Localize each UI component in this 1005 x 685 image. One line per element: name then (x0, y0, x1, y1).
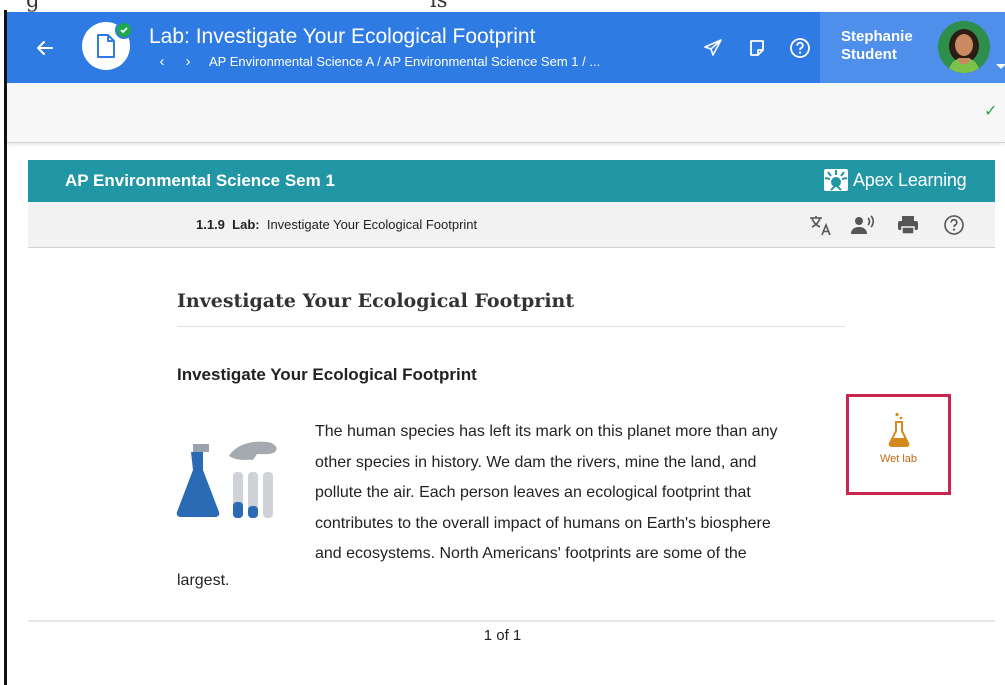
help-button[interactable] (788, 36, 812, 60)
course-bar: AP Environmental Science Sem 1 Apex Lear… (28, 160, 995, 202)
body-paragraph: The human species has left its mark on t… (315, 423, 778, 562)
lesson-type: Lab: (232, 217, 260, 232)
app-header: Lab: Investigate Your Ecological Footpri… (7, 12, 1005, 83)
back-arrow-icon (37, 41, 53, 55)
translate-button[interactable] (808, 213, 834, 237)
read-aloud-button[interactable] (850, 213, 876, 237)
send-icon (704, 39, 722, 56)
avatar-image (938, 21, 990, 73)
body-paragraph-end: largest. (177, 572, 230, 589)
lesson-name: Investigate Your Ecological Footprint (266, 217, 478, 232)
print-icon (898, 216, 918, 235)
send-button[interactable] (701, 36, 725, 60)
help-icon (944, 215, 964, 235)
help-icon (790, 38, 810, 58)
breadcrumb: ‹ › AP Environmental Science A / AP Envi… (149, 53, 601, 70)
completed-check-icon (115, 21, 133, 39)
user-name: Stephanie Student (841, 28, 913, 63)
wet-lab-label: Wet lab (879, 453, 918, 465)
lesson-bar: 1.1.9 Lab: Investigate Your Ecological F… (28, 202, 995, 248)
document-icon (97, 34, 115, 58)
brand-name: Apex Learning (853, 169, 967, 190)
translate-icon (810, 216, 831, 236)
course-title: AP Environmental Science Sem 1 (65, 171, 335, 190)
apex-logo-icon (824, 169, 848, 191)
section-heading: Investigate Your Ecological Footprint (177, 365, 477, 384)
user-menu-caret-icon (996, 64, 1005, 69)
avatar[interactable] (938, 21, 990, 73)
header-title-block: Lab: Investigate Your Ecological Footpri… (149, 24, 600, 70)
print-button[interactable] (895, 213, 921, 237)
heading-divider (177, 326, 845, 327)
toolbar: ✓ (7, 83, 1005, 143)
notes-icon (750, 40, 764, 56)
brand-logo: Apex Learning (823, 168, 967, 192)
lesson-title: 1.1.9 Lab: Investigate Your Ecological F… (196, 217, 477, 232)
previous-button[interactable]: ‹ (149, 53, 175, 70)
saved-check-icon: ✓ (984, 103, 998, 120)
breadcrumb-path[interactable]: AP Environmental Science A / AP Environm… (209, 54, 600, 69)
user-menu[interactable]: Stephanie Student (820, 12, 1005, 83)
notes-button[interactable] (745, 36, 769, 60)
next-button[interactable]: › (175, 53, 201, 70)
flask-icon (888, 412, 909, 447)
read-aloud-icon (851, 215, 875, 234)
page-indicator: 1 of 1 (483, 627, 522, 644)
page-heading: Investigate Your Ecological Footprint (177, 290, 575, 312)
lesson-number: 1.1.9 (196, 217, 225, 232)
back-button[interactable] (29, 32, 61, 64)
wet-lab-badge[interactable]: Wet lab (846, 394, 951, 495)
lab-flask-test-tubes-icon (176, 441, 277, 518)
lab-illustration (175, 432, 285, 527)
activity-title: Lab: Investigate Your Ecological Footpri… (149, 25, 536, 48)
lesson-help-button[interactable] (941, 213, 967, 237)
footer-divider (28, 620, 995, 622)
